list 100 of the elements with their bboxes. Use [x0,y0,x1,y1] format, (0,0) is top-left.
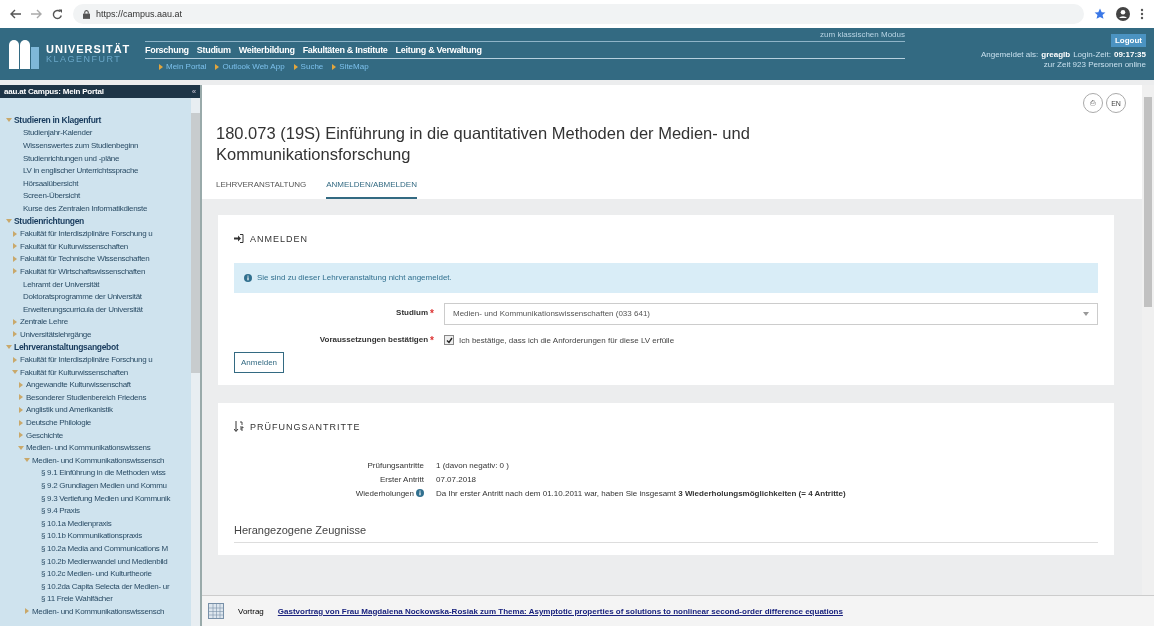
online-count: zur Zeit 923 Personen online [1043,60,1146,69]
caret-right-icon [332,63,337,70]
tree-item[interactable]: § 10.1a Medienpraxis [38,518,112,528]
caret-right-icon[interactable] [18,432,24,439]
caret-right-icon[interactable] [12,318,18,325]
caret-right-icon[interactable] [18,406,24,413]
tree-item[interactable]: Doktoratsprogramme der Universität [20,292,142,302]
caret-right-icon[interactable] [18,381,24,388]
required-mark: * [430,308,434,320]
caret-down-icon[interactable] [6,344,12,350]
caret-down-icon[interactable] [24,457,30,464]
detail-value: 1 (davon negativ: 0 ) [436,460,509,470]
tree-item[interactable]: Screen-Übersicht [20,191,80,201]
tree-item[interactable]: Fakultät für Kulturwissenschaften [20,367,128,377]
detail-value: Da Ihr erster Antritt nach dem 01.10.2011 war, haben Sie insgesamt 3 Wiederholungsmöglichkeiten (= 4 Antritte) [436,488,846,498]
tree-item[interactable]: § 10.2c Medien- und Kulturtheorie [38,569,152,579]
tree-item[interactable]: Wissenswertes zum Studienbeginn [20,141,139,150]
tree-item[interactable]: § 9.1 Einführung in die Methoden wiss [38,468,166,478]
detail-label: Wiederholungen [355,488,414,498]
info-icon[interactable] [416,489,424,498]
info-icon [244,273,252,282]
tree-item[interactable]: § 9.2 Grundlagen Medien und Kommu [38,481,167,490]
tree-item[interactable]: § 9.3 Vertiefung Medien und Kommunik [38,493,171,503]
tree-item[interactable]: Geschichte [26,430,64,440]
tree-item[interactable]: Medien- und Kommunikationswissensch [32,606,165,616]
nav-link[interactable]: Weiterbildung [238,45,295,55]
tree-item[interactable]: Studieren in Klagenfurt [14,115,102,126]
caret-right-icon[interactable] [12,255,18,262]
classic-mode-link[interactable]: zum klassischen Modus [820,30,905,39]
caret-down-icon[interactable] [18,444,24,451]
study-select[interactable]: Medien- und Kommunikationswissenschaften (033 641) [444,302,1098,325]
caret-right-icon[interactable] [12,243,18,250]
tree-item[interactable]: § 11 Freie Wahlfächer [38,594,113,604]
tree-item[interactable]: Fakultät für Wirtschaftswissenschaften [20,266,146,276]
scrollbar-thumb[interactable] [191,113,200,373]
confirm-checkbox[interactable] [444,335,454,346]
tree-item[interactable]: Anglistik und Amerikanistik [26,405,113,415]
nav-link[interactable]: Studium [196,45,231,55]
tree-item[interactable]: Kurse des Zentralen Informatikdienste [20,203,148,213]
nav-link[interactable]: Forschung [145,45,189,55]
course-title: 180.073 (19S) Einführung in die quantitativen Methoden der Medien- und Kommunikationsforschung [216,123,751,166]
tree-item[interactable]: Zentrale Lehre [20,317,68,327]
account-icon[interactable] [1116,7,1130,21]
back-icon[interactable] [10,9,21,19]
sidebar-title: aau.at Campus: Mein Portal [4,87,104,96]
notice-link[interactable]: Gastvortrag von Frau Magdalena Nockowska-Rosiak zum Thema: Asymptotic properties of solutions to nonlinear second-order difference equations [277,606,843,616]
tree-item[interactable]: Lehrveranstaltungsangebot [14,342,119,352]
tree-item[interactable]: Fakultät für Kulturwissenschaften [20,241,128,251]
tree-item[interactable]: § 10.2da Capita Selecta der Medien- ur [38,581,170,591]
tab[interactable]: LEHRVERANSTALTUNG [216,173,307,199]
logo-subtext: KLAGENFURT [46,55,123,64]
tree-item[interactable]: Fakultät für Technische Wissenschaften [20,254,150,264]
tree-item[interactable]: Besonderer Studienbereich Friedens [26,392,147,402]
forward-icon[interactable] [31,9,42,19]
tree-item[interactable]: Studienrichtungen [14,216,84,227]
nav-link[interactable]: Fakultäten & Institute [302,45,388,55]
reload-icon[interactable] [52,8,63,20]
caret-right-icon[interactable] [12,230,18,237]
field-label: Voraussetzungen bestätigen [319,334,429,346]
tree-item[interactable]: Erweiterungscurricula der Universität [20,304,143,314]
tree-item[interactable]: § 10.2b Medienwandel und Medienbild [38,556,168,566]
caret-right-icon[interactable] [18,394,24,401]
tree-item[interactable]: Fakultät für Interdisziplinäre Forschung u [20,229,153,239]
tree-item[interactable]: § 10.1b Kommunikationspraxis [38,531,142,541]
scrollbar-thumb[interactable] [1144,97,1152,307]
section-heading: PRÜFUNGSANTRITTE [250,421,361,432]
field-label: Studium [396,308,429,320]
nav-link[interactable]: Leitung & Verwaltung [395,45,482,55]
tree-item[interactable]: Medien- und Kommunikationswissensch [32,455,165,465]
caret-right-icon[interactable] [18,419,24,426]
tree-item[interactable]: LV in englischer Unterrichtssprache [20,166,139,176]
tree-item[interactable]: Fakultät für Interdisziplinäre Forschung u [20,355,153,365]
caret-down-icon[interactable] [6,218,12,225]
collapse-icon[interactable]: « [191,87,196,96]
tree-item[interactable]: Medien- und Kommunikationswissens [26,443,151,453]
caret-down-icon[interactable] [12,369,18,376]
tree-item[interactable]: Lehramt der Universität [20,279,100,289]
tree-item[interactable]: § 10.2a Media and Communications M [38,544,168,553]
tree-item[interactable]: Studienrichtungen und -pläne [20,153,120,163]
notice-type: Vortrag [238,606,264,616]
star-icon[interactable] [1094,8,1106,20]
tab[interactable]: ANMELDEN/ABMELDEN [326,173,417,199]
address-bar[interactable]: https://campus.aau.at [73,4,1084,24]
caret-right-icon[interactable] [12,356,18,363]
required-mark: * [430,334,434,346]
login-time: 09:17:35 [1113,50,1146,59]
lock-icon [83,9,90,19]
tree-item[interactable]: Universitätslehrgänge [20,329,92,339]
menu-icon[interactable] [1140,8,1144,20]
register-button[interactable]: Anmelden [234,351,285,373]
caret-right-icon[interactable] [24,608,30,615]
caret-down-icon[interactable] [6,117,12,124]
tree-item[interactable]: Hörsaalübersicht [20,178,79,188]
caret-right-icon [215,63,220,70]
tree-item[interactable]: § 9.4 Praxis [38,506,80,516]
tree-item[interactable]: Studienjahr-Kalender [20,128,93,138]
caret-right-icon[interactable] [12,268,18,275]
tree-item[interactable]: Deutsche Philologie [26,418,91,428]
caret-right-icon[interactable] [12,331,18,338]
tree-item[interactable]: Angewandte Kulturwissenschaft [26,380,131,390]
